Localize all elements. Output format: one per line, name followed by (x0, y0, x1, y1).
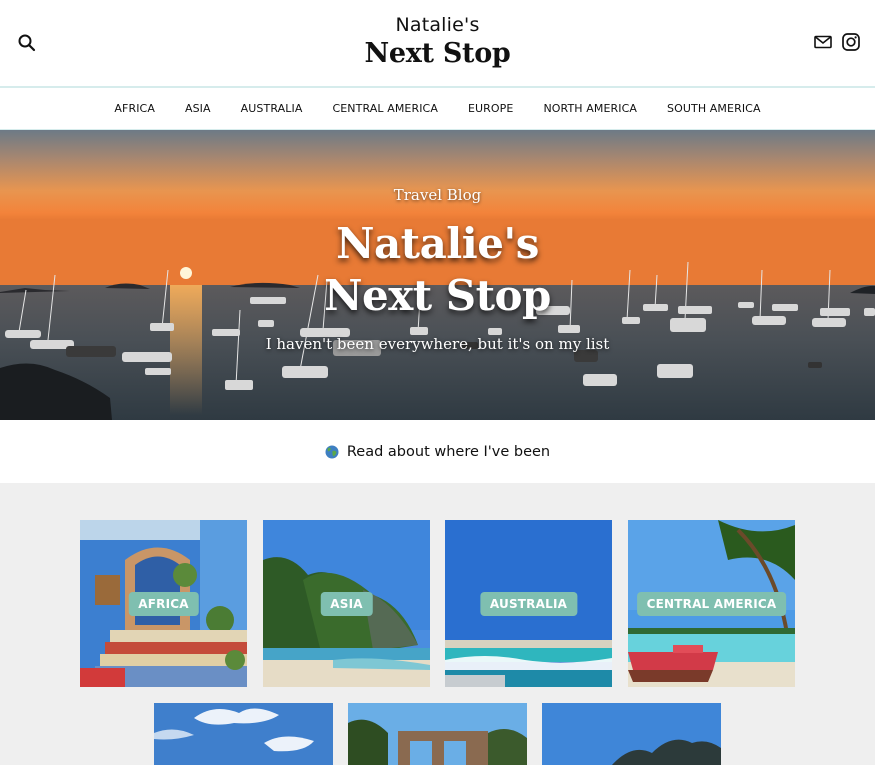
europe-photo (154, 703, 333, 765)
hero-title-line1: Natalie's (336, 219, 539, 268)
region-badge-australia: AUSTRALIA (479, 592, 578, 616)
region-badge-central-america: CENTRAL AMERICA (636, 592, 787, 616)
hero-title: Natalie's Next Stop (0, 218, 875, 322)
region-card-central-america[interactable]: CENTRAL AMERICA (628, 520, 795, 687)
globe-icon (325, 445, 339, 459)
nav-item-central-america[interactable]: CENTRAL AMERICA (317, 102, 452, 115)
region-nav: AFRICA ASIA AUSTRALIA CENTRAL AMERICA EU… (0, 86, 875, 130)
nav-item-asia[interactable]: ASIA (170, 102, 226, 115)
region-badge-asia: ASIA (320, 592, 373, 616)
hero-kicker: Travel Blog (393, 186, 482, 204)
region-card-asia[interactable]: ASIA (263, 520, 430, 687)
brand-main: Next Stop (364, 38, 511, 69)
hero-banner: Travel Blog Natalie's Next Stop I haven'… (0, 130, 875, 420)
north-america-photo (348, 703, 527, 765)
social-icons (813, 32, 861, 52)
nav-item-europe[interactable]: EUROPE (453, 102, 529, 115)
region-grid: AFRICA ASIA AUSTRALIA CENTRAL AMERICA (0, 483, 875, 765)
read-about-band: Read about where I've been (0, 420, 875, 483)
hero-text: Travel Blog Natalie's Next Stop I haven'… (0, 130, 875, 420)
site-logo[interactable]: Natalie's Next Stop (0, 14, 875, 69)
site-header: Natalie's Next Stop (0, 0, 875, 86)
south-america-photo (542, 703, 721, 765)
nav-item-africa[interactable]: AFRICA (99, 102, 170, 115)
read-about-text[interactable]: Read about where I've been (347, 444, 550, 460)
region-card-africa[interactable]: AFRICA (80, 520, 247, 687)
nav-item-australia[interactable]: AUSTRALIA (226, 102, 318, 115)
mail-icon[interactable] (813, 32, 833, 52)
region-card-europe[interactable] (154, 703, 333, 765)
region-card-south-america[interactable] (542, 703, 721, 765)
brand-top: Natalie's (395, 14, 480, 36)
region-card-north-america[interactable] (348, 703, 527, 765)
nav-item-south-america[interactable]: SOUTH AMERICA (652, 102, 776, 115)
nav-item-north-america[interactable]: NORTH AMERICA (528, 102, 652, 115)
region-badge-africa: AFRICA (128, 592, 199, 616)
hero-title-line2: Next Stop (324, 271, 551, 320)
region-card-australia[interactable]: AUSTRALIA (445, 520, 612, 687)
hero-subtitle: I haven't been everywhere, but it's on m… (265, 335, 610, 353)
instagram-icon[interactable] (841, 32, 861, 52)
